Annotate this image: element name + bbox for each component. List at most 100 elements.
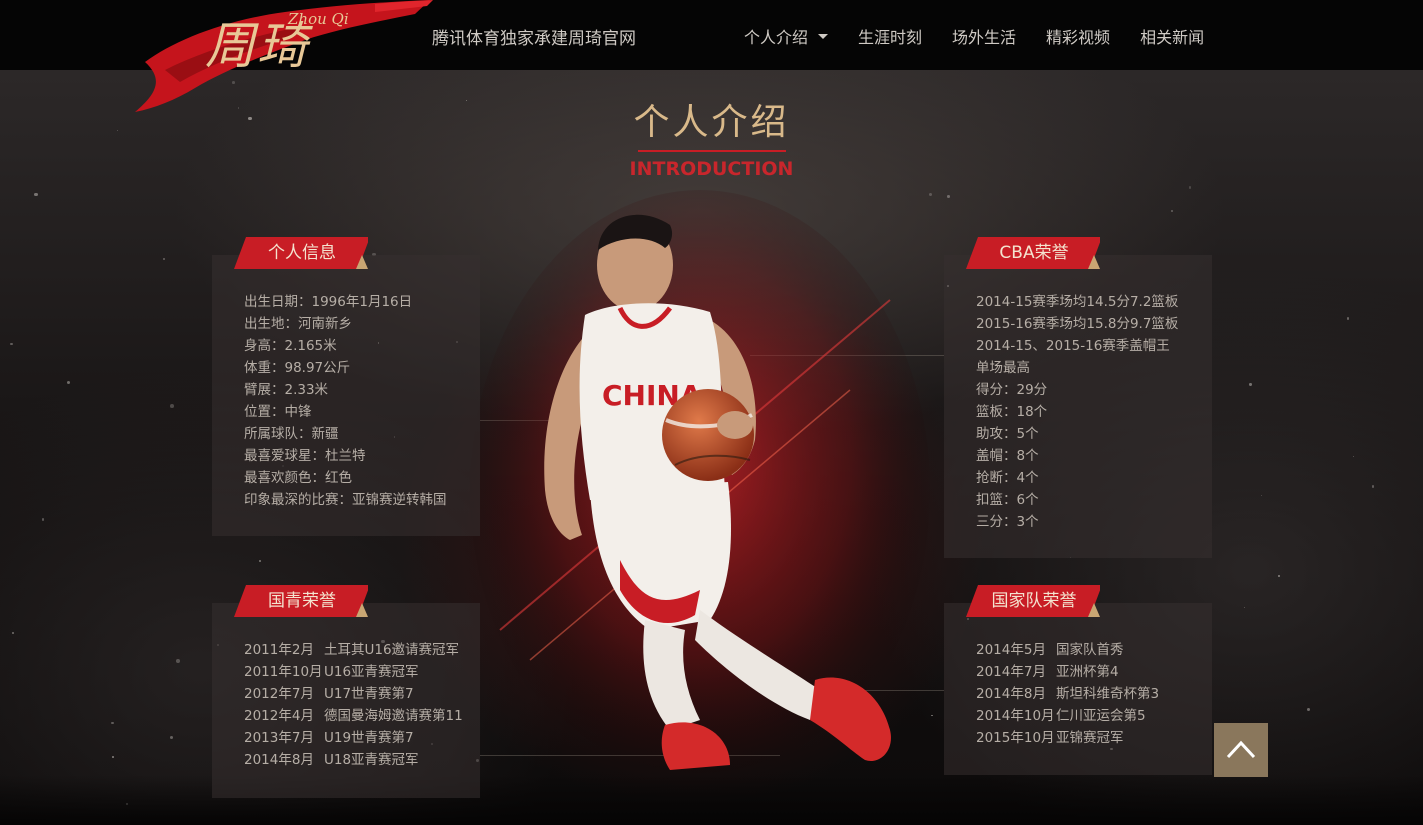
list-item: 2014年7月 亚洲杯第4: [976, 661, 1159, 683]
honor-text: 亚锦赛冠军: [1056, 730, 1124, 746]
list-item: 最喜爱球星：杜兰特: [244, 448, 366, 464]
dust-speck: [1346, 317, 1350, 320]
list-item: 得分：29分: [976, 382, 1048, 398]
dust-speck: [1352, 455, 1354, 457]
main-nav: 个人介绍 生涯时刻 场外生活 精彩视频 相关新闻: [744, 24, 1234, 48]
list-item: 印象最深的比赛：亚锦赛逆转韩国: [244, 492, 447, 508]
list-item: 扣篮：6个: [976, 492, 1039, 508]
list-item: 2012年7月 U17世青赛第7: [244, 683, 463, 705]
section-title-divider: [637, 150, 786, 152]
list-item: 位置：中锋: [244, 404, 312, 420]
honor-text: U17世青赛第7: [324, 686, 414, 702]
nav-item-introduction[interactable]: 个人介绍: [744, 24, 829, 48]
nav-item-label: 个人介绍: [744, 28, 809, 47]
panel-tag-label: 国家队荣誉: [991, 591, 1077, 611]
list-item: 2014-15赛季场均14.5分7.2篮板: [976, 294, 1179, 310]
honor-date: 2012年4月: [244, 708, 314, 724]
panel-tag-label: CBA荣誉: [999, 243, 1069, 263]
panel-cba-honors: CBA荣誉 2014-15赛季场均14.5分7.2篮板 2015-16赛季场均1…: [944, 237, 1212, 558]
dust-speck: [110, 721, 114, 725]
back-to-top-button[interactable]: [1214, 723, 1268, 777]
list-item: 单场最高: [976, 360, 1030, 376]
honor-date: 2014年5月: [976, 642, 1046, 658]
honor-date: 2011年2月: [244, 642, 314, 658]
dust-speck: [112, 756, 114, 758]
honor-text: 土耳其U16邀请赛冠军: [324, 642, 460, 658]
panel-tag: 国家队荣誉: [966, 585, 1100, 617]
honor-date: 2011年10月: [244, 664, 323, 680]
list-item: 助攻：5个: [976, 426, 1039, 442]
section-title-en: INTRODUCTION: [629, 158, 794, 180]
list-item: 2014-15、2015-16赛季盖帽王: [976, 338, 1170, 354]
personal-info-list: 出生日期：1996年1月16日 出生地：河南新乡 身高：2.165米 体重：98…: [244, 291, 447, 511]
panel-tag-label: 国青荣誉: [268, 591, 336, 611]
honor-date: 2014年8月: [976, 686, 1046, 702]
dust-speck: [169, 736, 173, 740]
nav-item-news[interactable]: 相关新闻: [1140, 24, 1204, 48]
list-item: 2014年10月 仁川亚运会第5: [976, 705, 1159, 727]
honor-date: 2015年10月: [976, 730, 1055, 746]
list-item: 2014年5月 国家队首秀: [976, 639, 1159, 661]
youth-honors-list: 2011年2月 土耳其U16邀请赛冠军 2011年10月 U16亚青赛冠军 2012…: [244, 639, 463, 771]
nav-item-off-court[interactable]: 场外生活: [952, 24, 1016, 48]
honor-date: 2014年7月: [976, 664, 1046, 680]
honor-text: 仁川亚运会第5: [1056, 708, 1146, 724]
list-item: 2015年10月 亚锦赛冠军: [976, 727, 1159, 749]
list-item: 出生日期：1996年1月16日: [244, 294, 413, 310]
list-item: 体重：98.97公斤: [244, 360, 351, 376]
honor-text: 斯坦科维奇杯第3: [1056, 686, 1160, 702]
site-logo[interactable]: 周琦 Zhou Qi: [135, 0, 435, 112]
chevron-up-icon: [1226, 740, 1256, 759]
list-item: 篮板：18个: [976, 404, 1048, 420]
honor-date: 2013年7月: [244, 730, 314, 746]
site-tagline: 腾讯体育独家承建周琦官网: [432, 29, 636, 49]
honor-date: 2012年7月: [244, 686, 314, 702]
panel-tag: CBA荣誉: [966, 237, 1100, 269]
honor-text: U19世青赛第7: [324, 730, 414, 746]
list-item: 身高：2.165米: [244, 338, 337, 354]
panel-tag: 国青荣誉: [234, 585, 368, 617]
list-item: 2012年4月 德国曼海姆邀请赛第11: [244, 705, 463, 727]
cba-honors-list: 2014-15赛季场均14.5分7.2篮板 2015-16赛季场均15.8分9.…: [976, 291, 1178, 533]
player-illustration: CHINA: [470, 190, 930, 790]
panel-tag-label: 个人信息: [268, 243, 336, 263]
list-item: 2011年2月 土耳其U16邀请赛冠军: [244, 639, 463, 661]
caret-down-icon: [818, 33, 829, 39]
dust-speck: [1249, 383, 1252, 386]
panel-tag: 个人信息: [234, 237, 368, 269]
list-item: 2015-16赛季场均15.8分9.7篮板: [976, 316, 1179, 332]
list-item: 2014年8月 U18亚青赛冠军: [244, 749, 463, 771]
list-item: 所属球队：新疆: [244, 426, 339, 442]
nav-item-label: 相关新闻: [1140, 28, 1205, 47]
dust-speck: [259, 560, 261, 562]
honor-date: 2014年8月: [244, 752, 314, 768]
nav-item-label: 场外生活: [952, 28, 1017, 47]
list-item: 抢断：4个: [976, 470, 1039, 486]
list-item: 臂展：2.33米: [244, 382, 329, 398]
honor-text: U18亚青赛冠军: [324, 752, 419, 768]
list-item: 盖帽：8个: [976, 448, 1039, 464]
dust-speck: [34, 192, 38, 196]
list-item: 最喜欢颜色：红色: [244, 470, 352, 486]
nav-item-videos[interactable]: 精彩视频: [1046, 24, 1110, 48]
nav-item-career[interactable]: 生涯时刻: [858, 24, 922, 48]
panel-youth-honors: 国青荣誉 2011年2月 土耳其U16邀请赛冠军 2011年10月 U16亚青赛冠军…: [212, 585, 480, 798]
list-item: 出生地：河南新乡: [244, 316, 352, 332]
honor-text: 国家队首秀: [1056, 642, 1124, 658]
list-item: 2013年7月 U19世青赛第7: [244, 727, 463, 749]
nav-item-label: 精彩视频: [1046, 28, 1111, 47]
section-title: 个人介绍 INTRODUCTION: [0, 100, 1423, 180]
honor-text: 亚洲杯第4: [1056, 664, 1119, 680]
panel-national-honors: 国家队荣誉 2014年5月 国家队首秀 2014年7月 亚洲杯第4 2014年8月斯…: [944, 585, 1212, 775]
national-honors-list: 2014年5月 国家队首秀 2014年7月 亚洲杯第4 2014年8月 斯坦科维奇杯第…: [976, 639, 1159, 749]
honor-text: U16亚青赛冠军: [324, 664, 419, 680]
dust-speck: [176, 659, 181, 663]
dust-speck: [1170, 210, 1173, 213]
dust-speck: [41, 518, 44, 521]
dust-speck: [9, 342, 13, 346]
list-item: 2011年10月 U16亚青赛冠军: [244, 661, 463, 683]
logo-text-en: Zhou Qi: [288, 10, 349, 28]
nav-item-label: 生涯时刻: [858, 28, 923, 47]
list-item: 三分：3个: [976, 514, 1039, 530]
honor-text: 德国曼海姆邀请赛第11: [324, 708, 463, 724]
